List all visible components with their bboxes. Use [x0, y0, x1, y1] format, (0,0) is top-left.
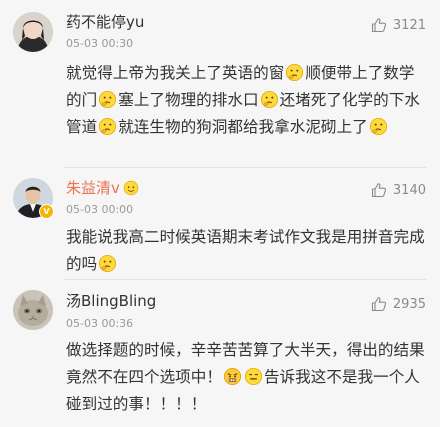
thinking-face-emoji	[285, 63, 304, 82]
username[interactable]: 汤BlingBling	[66, 290, 156, 311]
username[interactable]: 药不能停yu	[66, 11, 144, 32]
thumbs-up-icon	[371, 18, 386, 33]
comment-item: 药不能停yu 05-03 00:30 3121 就觉得上帝为我关上了英语的窗 顺便…	[0, 0, 440, 168]
timestamp: 05-03 00:30	[66, 37, 134, 50]
avatar[interactable]: V	[13, 178, 54, 219]
expressionless-face-emoji	[244, 367, 263, 386]
comment-item: V 朱益清v 05-03 00:00 3140 我能说我高二时候英语期末考试作文…	[0, 168, 440, 280]
comment-text: 就觉得上帝为我关上了英语的窗 顺便带上了数学的门 塞上了物理的排水口 还堵死了化学的下…	[66, 60, 426, 141]
timestamp: 05-03 00:00	[66, 203, 134, 216]
comment-text: 我能说我高二时候英语期末考试作文我是用拼音完成的吗	[66, 224, 426, 278]
comment-feed: 药不能停yu 05-03 00:30 3121 就觉得上帝为我关上了英语的窗 顺便…	[0, 0, 440, 427]
comment-text-segment: 塞上了物理的排水口	[118, 91, 259, 109]
thumbs-up-icon	[371, 297, 386, 312]
crown-face-icon	[123, 180, 139, 196]
comment-text-segment: 我能说我高二时候英语期末考试作文我是用拼音完成的吗	[66, 228, 425, 273]
like-count: 2935	[392, 296, 426, 312]
timestamp: 05-03 00:36	[66, 317, 134, 330]
thinking-face-emoji	[98, 254, 117, 273]
verified-badge: V	[39, 204, 54, 219]
username-text: 朱益清v	[66, 179, 120, 197]
comment-item: 汤BlingBling 05-03 00:36 2935 做选择题的时候，辛辛苦…	[0, 280, 440, 427]
thinking-face-emoji	[369, 117, 388, 136]
angry-face-emoji	[223, 367, 242, 386]
thumbs-up-icon	[371, 183, 386, 198]
thinking-face-emoji	[98, 117, 117, 136]
thinking-face-emoji	[98, 90, 117, 109]
like-button[interactable]: 3140	[371, 182, 426, 198]
username[interactable]: 朱益清v	[66, 177, 140, 198]
thinking-face-emoji	[260, 90, 279, 109]
comment-text-segment: 就觉得上帝为我关上了英语的窗	[66, 64, 285, 82]
avatar[interactable]	[13, 290, 53, 330]
comment-text-segment: 就连生物的狗洞都给我拿水泥砌上了	[118, 118, 368, 136]
like-button[interactable]: 3121	[371, 17, 426, 33]
like-button[interactable]: 2935	[371, 296, 426, 312]
avatar[interactable]	[13, 12, 53, 52]
like-count: 3121	[392, 17, 426, 33]
like-count: 3140	[392, 182, 426, 198]
comment-text: 做选择题的时候，辛辛苦苦算了大半天，得出的结果竟然不在四个选项中！ 告诉我这不是我…	[66, 337, 426, 418]
